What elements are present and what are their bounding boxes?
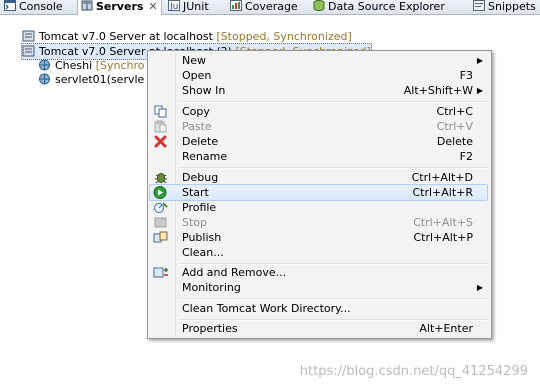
snippets-icon <box>473 0 485 11</box>
menu-item-label: Monitoring <box>182 281 241 294</box>
menu-item-label: Paste <box>182 120 212 133</box>
menu-item-label: Clean... <box>182 246 224 259</box>
module-status: [Synchro <box>95 59 145 72</box>
watermark: https://blog.csdn.net/qq_41254299 <box>299 364 528 379</box>
view-tab-bar: Console Servers ✕ Ju JUnit Coverage Data S… <box>0 0 540 15</box>
menu-item-shortcut: Ctrl+Alt+D <box>411 171 473 184</box>
menu-item-label: Open <box>182 69 212 82</box>
debug-bug-icon <box>155 173 167 184</box>
menu-item-label: New <box>182 54 206 67</box>
server-icon <box>22 45 35 57</box>
context-menu: New ▶ Open F3 Show In Alt+Shift+W ▶ Copy… <box>147 50 492 339</box>
menu-item-shortcut: Delete <box>436 135 473 148</box>
tab-junit[interactable]: Ju JUnit <box>168 0 209 14</box>
menu-item-show-in[interactable]: Show In Alt+Shift+W ▶ <box>150 83 487 98</box>
menu-separator <box>178 101 488 103</box>
menu-item-shortcut: Alt+Enter <box>419 322 473 335</box>
menu-item-profile[interactable]: Profile <box>150 200 487 215</box>
submenu-arrow-icon: ▶ <box>476 56 483 65</box>
tab-label: Snippets <box>488 0 536 13</box>
start-play-icon <box>153 186 167 199</box>
menu-item-publish[interactable]: Publish Ctrl+Alt+P <box>150 230 487 245</box>
close-icon[interactable]: ✕ <box>148 0 157 13</box>
publish-icon <box>153 231 168 243</box>
web-module-icon <box>39 59 50 71</box>
tab-servers[interactable]: Servers ✕ <box>77 0 162 15</box>
menu-item-label: Properties <box>182 322 238 335</box>
tab-data-source-explorer[interactable]: Data Source Explorer <box>313 0 445 14</box>
tab-coverage[interactable]: Coverage <box>230 0 298 14</box>
submenu-arrow-icon: ▶ <box>476 283 483 292</box>
tree-item-module[interactable]: servlet01(servle <box>38 72 144 87</box>
tree-item-module[interactable]: Cheshi [Synchro <box>38 58 144 73</box>
web-module-icon <box>39 73 50 85</box>
menu-item-new[interactable]: New ▶ <box>150 53 487 68</box>
module-name: Cheshi <box>55 59 93 72</box>
tab-label: Coverage <box>245 0 298 13</box>
tab-label: JUnit <box>183 0 209 13</box>
servers-icon <box>81 0 93 11</box>
menu-item-shortcut: F2 <box>459 150 473 163</box>
menu-item-monitoring[interactable]: Monitoring ▶ <box>150 280 487 295</box>
tab-snippets[interactable]: Snippets <box>473 0 536 14</box>
junit-icon: Ju <box>168 0 180 11</box>
menu-item-label: Stop <box>182 216 208 229</box>
menu-item-delete[interactable]: Delete Delete <box>150 134 487 149</box>
menu-item-clean[interactable]: Clean... <box>150 245 487 260</box>
console-icon <box>4 0 16 11</box>
paste-icon <box>154 120 167 133</box>
menu-item-add-and-remove[interactable]: Add and Remove... <box>150 265 487 280</box>
tab-label: Data Source Explorer <box>328 0 445 13</box>
menu-item-shortcut: F3 <box>459 69 473 82</box>
menu-item-shortcut: Ctrl+Alt+R <box>412 186 473 199</box>
menu-item-label: Publish <box>182 231 222 244</box>
delete-icon <box>154 135 167 148</box>
tree-item-server[interactable]: Tomcat v7.0 Server at localhost [Stopped… <box>22 29 352 44</box>
menu-item-paste[interactable]: Paste Ctrl+V <box>150 119 487 134</box>
menu-item-rename[interactable]: Rename F2 <box>150 149 487 164</box>
menu-item-label: Add and Remove... <box>182 266 287 279</box>
server-icon <box>22 30 35 42</box>
menu-item-label: Delete <box>182 135 219 148</box>
tab-label: Console <box>19 0 63 13</box>
module-name: servlet01(servle <box>55 73 145 86</box>
copy-icon <box>154 105 167 118</box>
menu-separator <box>178 167 488 169</box>
menu-item-shortcut: Alt+Shift+W <box>403 84 473 97</box>
menu-item-start[interactable]: Start Ctrl+Alt+R <box>149 184 488 201</box>
menu-separator <box>178 298 488 300</box>
menu-item-label: Debug <box>182 171 219 184</box>
svg-text:Ju: Ju <box>169 2 178 11</box>
menu-item-label: Copy <box>182 105 210 118</box>
tab-label: Servers <box>96 0 144 13</box>
menu-item-label: Start <box>182 186 209 199</box>
menu-item-shortcut: Ctrl+Alt+S <box>413 216 473 229</box>
menu-item-debug[interactable]: Debug Ctrl+Alt+D <box>150 170 487 185</box>
menu-item-label: Profile <box>182 201 217 214</box>
coverage-icon <box>230 0 242 11</box>
tab-console[interactable]: Console <box>4 0 63 14</box>
menu-item-copy[interactable]: Copy Ctrl+C <box>150 104 487 119</box>
menu-item-clean-work-directory[interactable]: Clean Tomcat Work Directory... <box>150 301 487 316</box>
menu-item-shortcut: Ctrl+V <box>436 120 473 133</box>
menu-item-label: Show In <box>182 84 226 97</box>
server-name: Tomcat v7.0 Server at localhost <box>39 30 213 43</box>
profile-icon <box>154 202 168 213</box>
server-status: [Stopped, Synchronized] <box>216 30 352 43</box>
menu-item-open[interactable]: Open F3 <box>150 68 487 83</box>
menu-item-shortcut: Ctrl+C <box>436 105 473 118</box>
stop-icon <box>154 217 167 228</box>
menu-item-stop[interactable]: Stop Ctrl+Alt+S <box>150 215 487 230</box>
submenu-arrow-icon: ▶ <box>476 86 483 95</box>
data-source-icon <box>313 0 325 11</box>
menu-item-shortcut: Ctrl+Alt+P <box>413 231 473 244</box>
menu-item-label: Rename <box>182 150 228 163</box>
menu-item-label: Clean Tomcat Work Directory... <box>182 302 351 315</box>
add-remove-icon <box>153 267 168 278</box>
menu-item-properties[interactable]: Properties Alt+Enter <box>150 321 487 336</box>
